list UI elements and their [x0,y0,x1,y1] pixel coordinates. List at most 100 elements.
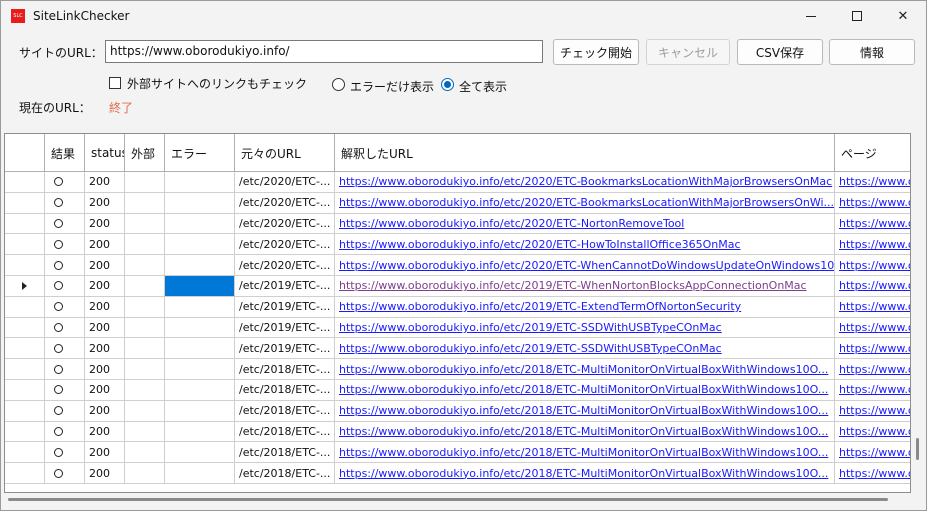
info-button[interactable]: 情報 [829,39,915,65]
page-link[interactable]: https://www.o [835,338,910,358]
status-cell[interactable]: 200 [85,400,125,421]
table-row[interactable]: 200/etc/2020/ETC-... https://www.oboroduk… [5,172,910,193]
status-cell[interactable]: 200 [85,255,125,275]
page-link[interactable]: https://www.o [835,297,910,317]
maximize-button[interactable] [834,1,880,31]
error-cell[interactable] [165,172,235,192]
table-row[interactable]: 200/etc/2018/ETC-... https://www.oboroduk… [5,379,910,401]
external-cell[interactable] [125,296,165,317]
external-cell[interactable] [125,172,165,192]
table-row[interactable]: 200/etc/2020/ETC-... https://www.oboroduk… [5,255,910,276]
row-header[interactable] [5,213,45,234]
row-header[interactable] [5,234,45,255]
title-bar[interactable]: SLC SiteLinkChecker ✕ [1,1,926,31]
row-header[interactable] [5,379,45,400]
original-url-cell[interactable]: /etc/2020/ETC-... [235,172,335,192]
status-cell[interactable]: 200 [85,442,125,463]
page-link[interactable]: https://www.o [835,276,910,296]
row-header[interactable] [5,255,45,275]
table-row[interactable]: 200/etc/2018/ETC-... https://www.oboroduk… [5,359,910,380]
page-link[interactable]: https://www.o [835,172,910,192]
resolved-url-link[interactable]: https://www.oborodukiyo.info/etc/2019/ET… [335,275,835,296]
row-header[interactable] [5,192,45,213]
column-header-error[interactable]: エラー [165,134,235,172]
external-cell[interactable] [125,234,165,255]
status-cell[interactable]: 200 [85,172,125,192]
external-cell[interactable] [125,442,165,463]
result-cell[interactable] [45,192,85,213]
original-url-cell[interactable]: /etc/2019/ETC-... [235,317,335,338]
result-cell[interactable] [45,359,85,379]
error-cell[interactable] [165,442,235,463]
start-check-button[interactable]: チェック開始 [553,39,639,65]
external-cell[interactable] [125,400,165,421]
status-cell[interactable]: 200 [85,359,125,379]
resolved-url-link[interactable]: https://www.oborodukiyo.info/etc/2020/ET… [335,234,835,255]
original-url-cell[interactable]: /etc/2018/ETC-... [235,400,335,421]
original-url-cell[interactable]: /etc/2020/ETC-... [235,255,335,275]
status-cell[interactable]: 200 [85,275,125,296]
table-row[interactable]: 200/etc/2020/ETC-... https://www.oboroduk… [5,213,910,235]
status-cell[interactable]: 200 [85,338,125,359]
original-url-cell[interactable]: /etc/2018/ETC-... [235,463,335,483]
original-url-cell[interactable]: /etc/2019/ETC-... [235,338,335,359]
result-cell[interactable] [45,213,85,234]
show-all-label[interactable]: 全て表示 [459,78,507,95]
status-cell[interactable]: 200 [85,296,125,317]
external-cell[interactable] [125,421,165,442]
external-cell[interactable] [125,463,165,483]
errors-only-label[interactable]: エラーだけ表示 [350,78,434,95]
status-cell[interactable]: 200 [85,379,125,400]
page-link[interactable]: https://www.o [835,318,910,338]
column-header-status[interactable]: status [85,134,125,172]
column-header-rowhead[interactable] [5,134,45,172]
result-cell[interactable] [45,338,85,359]
show-all-radio[interactable] [441,78,454,91]
table-row[interactable]: 200/etc/2020/ETC-... https://www.oboroduk… [5,234,910,256]
row-header[interactable] [5,172,45,192]
resolved-url-link[interactable]: https://www.oborodukiyo.info/etc/2020/ET… [335,172,835,192]
status-cell[interactable]: 200 [85,463,125,483]
result-cell[interactable] [45,275,85,296]
page-link[interactable]: https://www.o [835,380,910,400]
close-button[interactable]: ✕ [880,1,926,31]
external-cell[interactable] [125,338,165,359]
column-header-result[interactable]: 結果 [45,134,85,172]
row-header[interactable] [5,421,45,442]
error-cell[interactable] [165,400,235,421]
external-cell[interactable] [125,192,165,213]
status-cell[interactable]: 200 [85,317,125,338]
original-url-cell[interactable]: /etc/2018/ETC-... [235,442,335,463]
row-header[interactable] [5,296,45,317]
column-header-page[interactable]: ページ [835,134,910,172]
error-cell[interactable] [165,463,235,483]
row-header[interactable] [5,442,45,463]
original-url-cell[interactable]: /etc/2018/ETC-... [235,359,335,379]
resolved-url-link[interactable]: https://www.oborodukiyo.info/etc/2019/ET… [335,338,835,359]
page-link[interactable]: https://www.o [835,442,910,462]
error-cell[interactable] [165,213,235,234]
page-link[interactable]: https://www.o [835,422,910,442]
minimize-button[interactable] [788,1,834,31]
error-cell[interactable] [165,275,235,296]
page-link[interactable]: https://www.o [835,463,910,483]
row-header[interactable] [5,275,45,296]
error-cell[interactable] [165,296,235,317]
original-url-cell[interactable]: /etc/2018/ETC-... [235,379,335,400]
status-cell[interactable]: 200 [85,234,125,255]
external-cell[interactable] [125,379,165,400]
column-header-resolved-url[interactable]: 解釈したURL [335,134,835,172]
status-cell[interactable]: 200 [85,421,125,442]
page-link[interactable]: https://www.o [835,359,910,379]
resolved-url-link[interactable]: https://www.oborodukiyo.info/etc/2018/ET… [335,379,835,400]
status-cell[interactable]: 200 [85,192,125,213]
error-cell[interactable] [165,234,235,255]
resolved-url-link[interactable]: https://www.oborodukiyo.info/etc/2019/ET… [335,296,835,317]
result-cell[interactable] [45,421,85,442]
horizontal-scroll-thumb[interactable] [8,498,888,501]
table-row[interactable]: 200/etc/2019/ETC-... https://www.oboroduk… [5,338,910,360]
original-url-cell[interactable]: /etc/2019/ETC-... [235,296,335,317]
result-cell[interactable] [45,296,85,317]
original-url-cell[interactable]: /etc/2019/ETC-... [235,275,335,296]
cancel-button[interactable]: キャンセル [646,39,730,65]
